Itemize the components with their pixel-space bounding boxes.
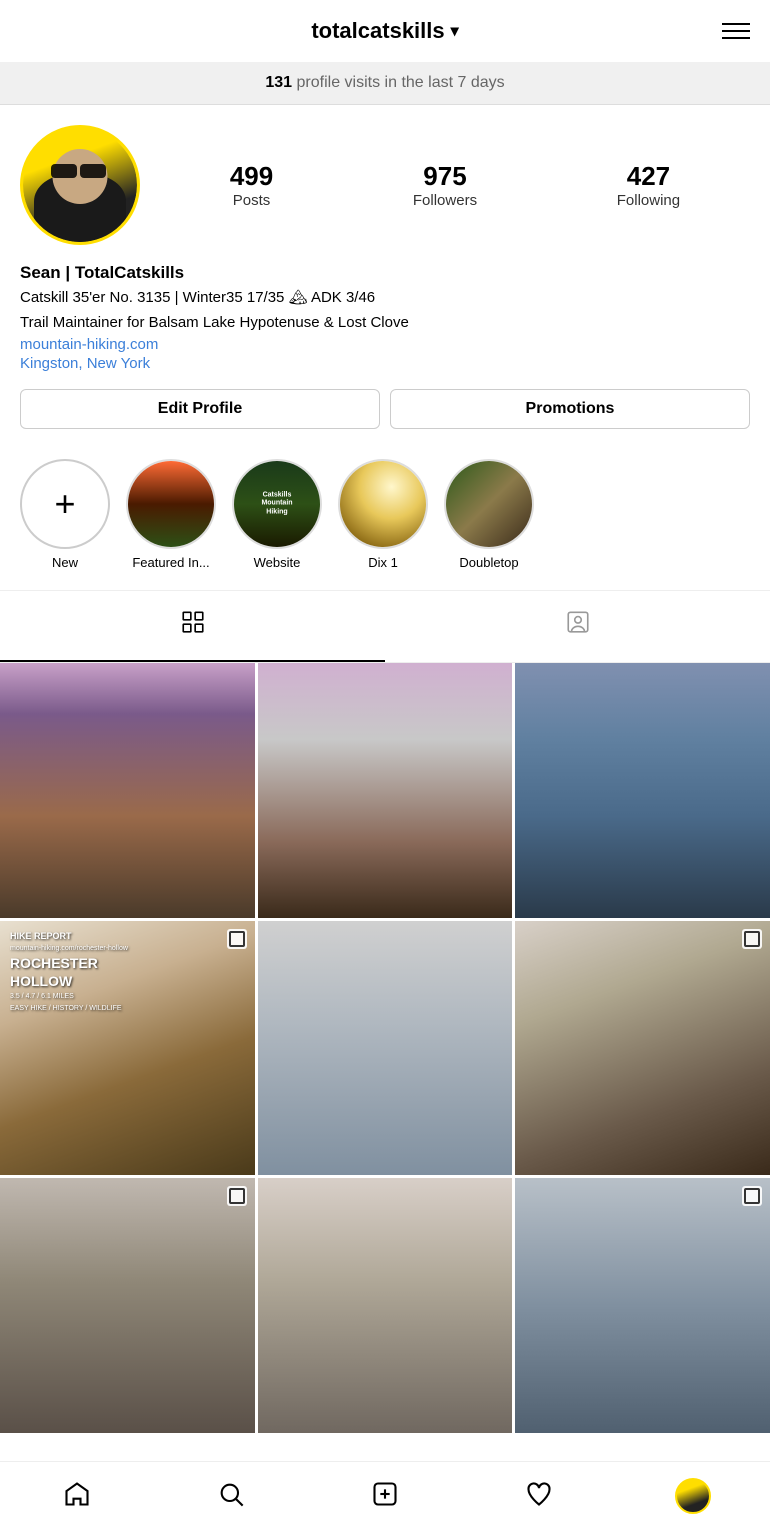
grid-cell-5[interactable] (258, 921, 513, 1176)
hamburger-line-1 (722, 23, 750, 25)
person-frame-icon (565, 609, 591, 642)
tabs-row (0, 591, 770, 663)
story-website-text: CatskillsMountain Hiking (256, 491, 299, 516)
hamburger-line-3 (722, 37, 750, 39)
grid-cell-6[interactable] (515, 921, 770, 1176)
username-text: totalcatskills (311, 18, 444, 44)
chevron-down-icon: ▾ (451, 21, 459, 41)
profile-buttons: Edit Profile Promotions (20, 389, 750, 429)
photo-winter-trail-1 (0, 1178, 255, 1433)
multi-photo-icon-4 (227, 929, 247, 949)
profile-name: Sean | TotalCatskills (20, 263, 750, 283)
grid-cell-7[interactable] (0, 1178, 255, 1433)
photo-mountain-lake (515, 663, 770, 918)
nav-search-button[interactable] (206, 1476, 256, 1516)
grid-cell-2[interactable] (258, 663, 513, 918)
hamburger-menu-button[interactable] (722, 23, 750, 39)
multi-photo-icon-9 (742, 1186, 762, 1206)
following-label: Following (617, 192, 680, 209)
avatar[interactable] (20, 125, 140, 245)
story-circle-new: + (20, 459, 110, 549)
story-image-doubletop (446, 461, 532, 547)
grid-cell-1[interactable] (0, 663, 255, 918)
heart-icon (525, 1480, 553, 1513)
username-title[interactable]: totalcatskills ▾ (311, 18, 458, 44)
photo-landscape-lake (0, 663, 255, 918)
grid-icon (180, 609, 206, 642)
add-icon (371, 1480, 399, 1513)
hike-report-overlay: HIKE REPORT mountain-hiking.com/rocheste… (10, 931, 128, 1014)
nav-add-button[interactable] (360, 1476, 410, 1516)
grid-cell-4[interactable]: HIKE REPORT mountain-hiking.com/rocheste… (0, 921, 255, 1176)
story-label-new: New (52, 555, 78, 570)
story-circle-featured (126, 459, 216, 549)
promotions-button[interactable]: Promotions (390, 389, 750, 429)
followers-label: Followers (413, 192, 477, 209)
location-text: Kingston, New York (20, 355, 150, 372)
profile-header: 499 Posts 975 Followers 427 Following (20, 125, 750, 245)
avatar-glasses (51, 164, 109, 178)
home-icon (63, 1480, 91, 1513)
avatar-image (23, 128, 137, 242)
multi-photo-icon-6 (742, 929, 762, 949)
story-image-dix (340, 461, 426, 547)
story-new[interactable]: + New (20, 459, 110, 570)
visit-text: profile visits in the last 7 days (292, 74, 505, 91)
story-circle-dix (338, 459, 428, 549)
posts-stat[interactable]: 499 Posts (230, 161, 273, 210)
bottom-nav (0, 1461, 770, 1536)
grid-cell-9[interactable] (515, 1178, 770, 1433)
story-circle-website: CatskillsMountain Hiking (232, 459, 322, 549)
story-image-featured (128, 461, 214, 547)
multi-photo-icon-7 (227, 1186, 247, 1206)
bio-line-2: Trail Maintainer for Balsam Lake Hypoten… (20, 312, 750, 335)
story-label-featured: Featured In... (132, 555, 209, 570)
grid-cell-3[interactable] (515, 663, 770, 918)
visit-count: 131 (265, 74, 292, 91)
profile-section: 499 Posts 975 Followers 427 Following Se… (0, 105, 770, 459)
photo-hike-report: HIKE REPORT mountain-hiking.com/rocheste… (0, 921, 255, 1176)
nav-activity-button[interactable] (514, 1476, 564, 1516)
story-circle-doubletop (444, 459, 534, 549)
profile-visits-banner: 131 profile visits in the last 7 days (0, 62, 770, 105)
followers-count: 975 (413, 161, 477, 192)
edit-profile-button[interactable]: Edit Profile (20, 389, 380, 429)
nav-profile-button[interactable] (668, 1476, 718, 1516)
following-count: 427 (617, 161, 680, 192)
nav-avatar (675, 1478, 711, 1514)
posts-label: Posts (233, 192, 271, 209)
stories-row: + New Featured In... CatskillsMountain H… (0, 459, 770, 591)
story-website[interactable]: CatskillsMountain Hiking Website (232, 459, 322, 570)
bio-line-1: Catskill 35'er No. 3135 | Winter35 17/35… (20, 287, 750, 310)
followers-stat[interactable]: 975 Followers (413, 161, 477, 210)
hamburger-line-2 (722, 30, 750, 32)
bio-section: Sean | TotalCatskills Catskill 35'er No.… (20, 263, 750, 373)
stats-row: 499 Posts 975 Followers 427 Following (160, 161, 750, 210)
search-icon (217, 1480, 245, 1513)
top-bar: totalcatskills ▾ (0, 0, 770, 62)
following-stat[interactable]: 427 Following (617, 161, 680, 210)
tab-tagged[interactable] (385, 591, 770, 662)
story-label-dix: Dix 1 (368, 555, 398, 570)
grid-cell-8[interactable] (258, 1178, 513, 1433)
photo-winter-trail-3 (515, 1178, 770, 1433)
plus-icon: + (54, 486, 75, 522)
story-label-doubletop: Doubletop (459, 555, 518, 570)
tab-grid[interactable] (0, 591, 385, 662)
nav-home-button[interactable] (52, 1476, 102, 1516)
photo-bridge-snow (258, 663, 513, 918)
posts-count: 499 (230, 161, 273, 192)
photo-snow-paw (258, 921, 513, 1176)
photo-grid: HIKE REPORT mountain-hiking.com/rocheste… (0, 663, 770, 1513)
photo-winter-trail-2 (258, 1178, 513, 1433)
story-dix[interactable]: Dix 1 (338, 459, 428, 570)
story-featured[interactable]: Featured In... (126, 459, 216, 570)
photo-snowy-woods (515, 921, 770, 1176)
story-doubletop[interactable]: Doubletop (444, 459, 534, 570)
website-link[interactable]: mountain-hiking.com (20, 336, 750, 353)
story-label-website: Website (254, 555, 301, 570)
